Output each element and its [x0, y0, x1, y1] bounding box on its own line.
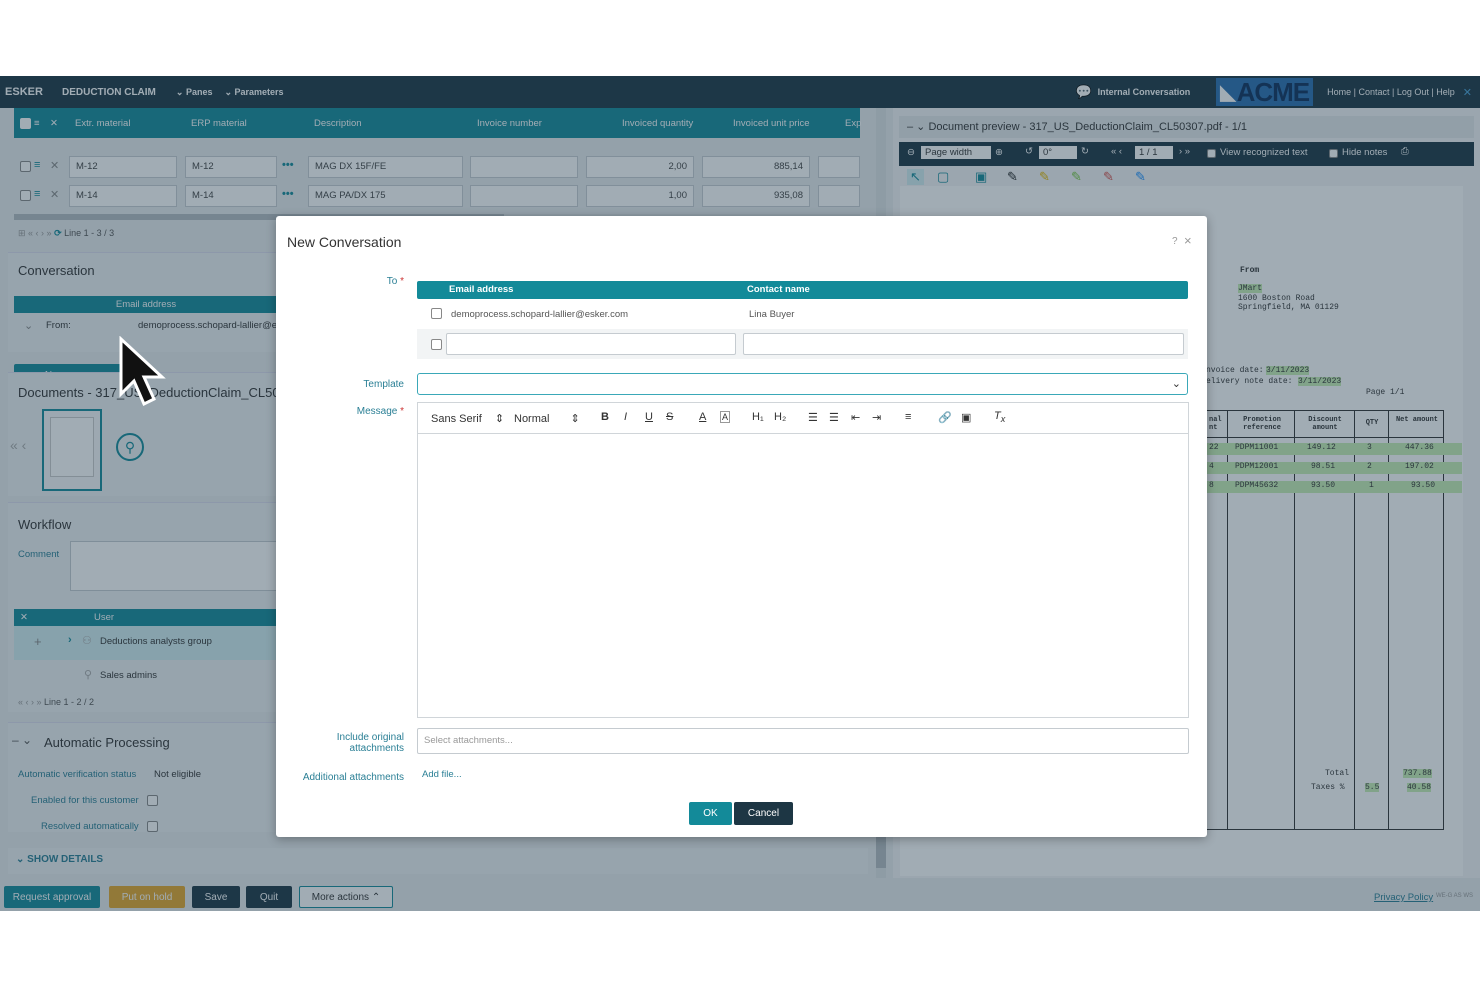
- message-body-input[interactable]: [418, 435, 1188, 717]
- align-icon[interactable]: ≡: [905, 411, 911, 423]
- strike-icon[interactable]: S: [666, 411, 673, 423]
- italic-icon[interactable]: I: [624, 411, 627, 423]
- chevron-down-icon: ⌄: [1171, 378, 1181, 390]
- heading2-icon[interactable]: H₂: [774, 411, 786, 423]
- ordered-list-icon[interactable]: ☰: [808, 411, 818, 424]
- template-select[interactable]: ⌄: [417, 373, 1188, 395]
- font-family-value: Sans Serif: [431, 413, 482, 425]
- col-contact: Contact name: [747, 284, 810, 295]
- new-contact-input[interactable]: [743, 333, 1184, 355]
- font-family-select[interactable]: Sans Serif ⇕: [431, 412, 504, 425]
- message-label: Message *: [284, 406, 404, 417]
- editor-toolbar: Sans Serif ⇕ Normal ⇕ B I U S A A H₁ H₂ …: [418, 403, 1188, 434]
- dialog-title: New Conversation: [287, 234, 402, 250]
- heading1-icon[interactable]: H₁: [752, 411, 764, 423]
- updown-icon: ⇕: [570, 413, 580, 425]
- link-icon[interactable]: 🔗: [938, 411, 952, 424]
- updown-icon: ⇕: [494, 413, 505, 425]
- recipient-row[interactable]: demoprocess.schopard-lallier@esker.com L…: [417, 302, 1188, 326]
- mouse-cursor-icon: [119, 336, 166, 407]
- new-email-input[interactable]: [446, 333, 736, 355]
- clear-format-icon[interactable]: Tx: [994, 410, 1005, 424]
- new-conversation-dialog: New Conversation ? × To * Email address …: [276, 216, 1207, 837]
- include-attachments-label: Include original attachments: [336, 732, 404, 754]
- recipient-name: Lina Buyer: [749, 309, 795, 320]
- new-recipient-row: [417, 329, 1188, 359]
- bold-icon[interactable]: B: [601, 411, 609, 423]
- include-attachments-select[interactable]: Select attachments...: [417, 728, 1189, 754]
- underline-icon[interactable]: U: [645, 411, 653, 423]
- indent-icon[interactable]: ⇥: [872, 411, 881, 424]
- template-label: Template: [363, 379, 404, 390]
- cancel-button[interactable]: Cancel: [734, 802, 793, 825]
- image-icon[interactable]: ▣: [961, 411, 971, 424]
- required-marker: *: [400, 406, 404, 417]
- font-size-value: Normal: [514, 413, 550, 425]
- outdent-icon[interactable]: ⇤: [851, 411, 860, 424]
- help-icon[interactable]: ?: [1172, 236, 1178, 247]
- text-color-icon[interactable]: A: [699, 411, 706, 423]
- required-marker: *: [400, 276, 404, 287]
- recipient-email: demoprocess.schopard-lallier@esker.com: [451, 309, 629, 320]
- new-recipient-checkbox[interactable]: [431, 339, 442, 350]
- ok-button[interactable]: OK: [689, 802, 732, 825]
- add-file-link[interactable]: Add file...: [422, 769, 462, 780]
- bullet-list-icon[interactable]: ☰: [829, 411, 839, 424]
- to-text: To: [386, 276, 398, 287]
- to-label: To *: [284, 276, 404, 287]
- message-editor: Sans Serif ⇕ Normal ⇕ B I U S A A H₁ H₂ …: [417, 402, 1189, 718]
- additional-attachments-label: Additional attachments: [302, 772, 404, 783]
- recipients-header: Email address Contact name: [417, 281, 1188, 299]
- font-size-select[interactable]: Normal ⇕: [514, 412, 580, 425]
- background-color-icon[interactable]: A: [720, 411, 731, 423]
- recipient-checkbox[interactable]: [431, 308, 442, 319]
- message-text: Message: [356, 406, 398, 417]
- col-email: Email address: [449, 284, 514, 295]
- close-icon[interactable]: ×: [1184, 233, 1192, 248]
